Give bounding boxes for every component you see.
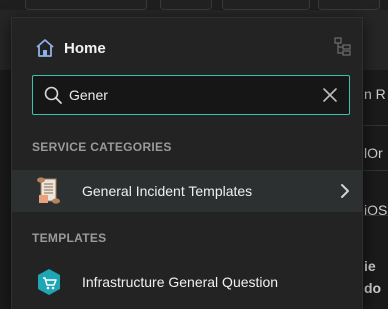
scroll-icon — [37, 177, 60, 204]
popup-header: Home — [34, 37, 362, 59]
background-tab — [160, 0, 212, 10]
home-title[interactable]: Home — [64, 40, 106, 57]
background-text: do — [364, 280, 382, 296]
search-input[interactable] — [69, 87, 321, 103]
tree-view-icon[interactable] — [334, 37, 352, 57]
list-item-label: General Incident Templates — [82, 183, 253, 199]
background-text: n R — [364, 86, 386, 102]
background-divider — [360, 125, 388, 126]
search-box[interactable] — [32, 75, 350, 115]
background-tab — [222, 0, 310, 10]
list-item-template[interactable]: Infrastructure General Question — [12, 261, 362, 303]
background-divider — [360, 170, 388, 171]
background-tab — [25, 0, 147, 10]
chevron-right-icon[interactable] — [340, 183, 350, 199]
list-item-label: Infrastructure General Question — [82, 274, 279, 290]
list-item-service-category[interactable]: General Incident Templates — [12, 170, 362, 212]
background-toolbar — [0, 0, 388, 10]
navigation-popup: Home SERVICE CATEGORIES — [11, 17, 363, 309]
home-icon[interactable] — [34, 37, 56, 59]
search-icon — [44, 86, 62, 104]
background-text: lOr — [364, 145, 383, 161]
section-label-templates: TEMPLATES — [32, 231, 107, 245]
clear-search-icon[interactable] — [321, 86, 339, 104]
section-label-service-categories: SERVICE CATEGORIES — [32, 140, 172, 154]
background-text: iOS — [364, 202, 388, 218]
cart-icon — [38, 269, 60, 295]
background-tab — [318, 0, 380, 10]
background-text: ie — [364, 258, 376, 274]
